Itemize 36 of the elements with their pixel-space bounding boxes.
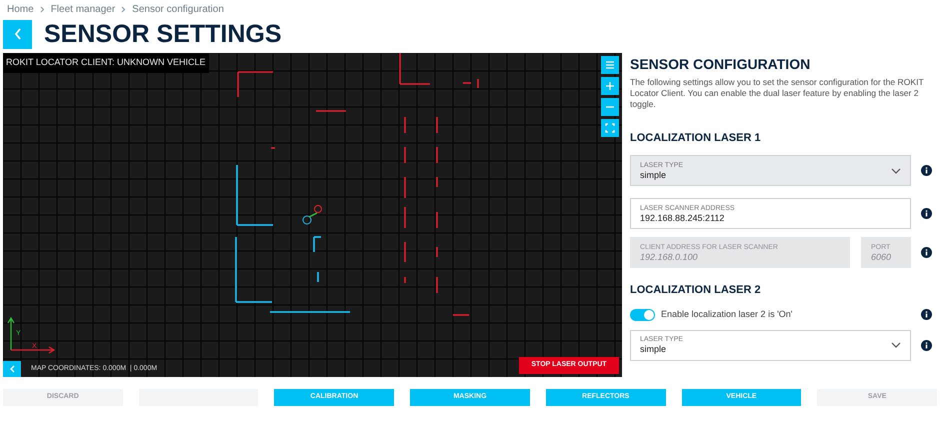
section-title: LOCALIZATION LASER 2 — [630, 285, 762, 296]
chevron-right-icon — [121, 6, 126, 13]
collapse-button[interactable] — [3, 361, 21, 377]
map-title: ROKIT LOCATOR CLIENT: UNKNOWN VEHICLE — [3, 53, 209, 72]
breadcrumb-link[interactable]: Sensor configuration — [132, 2, 224, 17]
field-placeholder: 6060 — [871, 252, 892, 262]
zoom-in-button[interactable] — [601, 77, 619, 95]
zoom-out-button[interactable] — [601, 98, 619, 116]
laser-2-toggle[interactable] — [630, 308, 655, 321]
toggle-label: Enable localization laser 2 is 'On' — [661, 308, 794, 321]
chevron-right-icon — [40, 6, 45, 13]
info-icon[interactable] — [921, 309, 932, 320]
back-button[interactable] — [3, 20, 32, 48]
breadcrumb-link[interactable]: Home — [7, 2, 34, 17]
fullscreen-button[interactable] — [601, 119, 619, 137]
field-value: simple — [640, 170, 668, 180]
chevron-down-icon — [891, 342, 901, 348]
field-placeholder: 192.168.0.100 — [640, 252, 699, 262]
field-value: simple — [640, 345, 668, 354]
layers-list-button[interactable] — [601, 56, 619, 74]
plus-icon — [605, 81, 615, 91]
panel-description: The following settings allow you to set the sensor configuration for the ROKIT Locator Client. You can enable the dual laser feature by enabling the laser 2 toggle. — [630, 77, 925, 110]
section-title: LOCALIZATION LASER 1 — [630, 133, 762, 144]
fullscreen-icon — [605, 123, 615, 133]
info-icon[interactable] — [921, 165, 932, 176]
chevron-down-icon — [891, 168, 901, 174]
chevron-left-icon — [9, 365, 15, 373]
info-icon[interactable] — [921, 208, 932, 219]
list-icon — [605, 60, 615, 70]
panel-title: SENSOR CONFIGURATION — [630, 57, 812, 71]
info-icon[interactable] — [921, 247, 932, 258]
chevron-left-icon — [14, 28, 22, 40]
info-icon[interactable] — [921, 340, 932, 350]
page-title: SENSOR SETTINGS — [44, 22, 282, 46]
field-value: 192.168.88.245:2112 — [640, 214, 726, 222]
breadcrumb-link[interactable]: Fleet manager — [50, 2, 116, 17]
